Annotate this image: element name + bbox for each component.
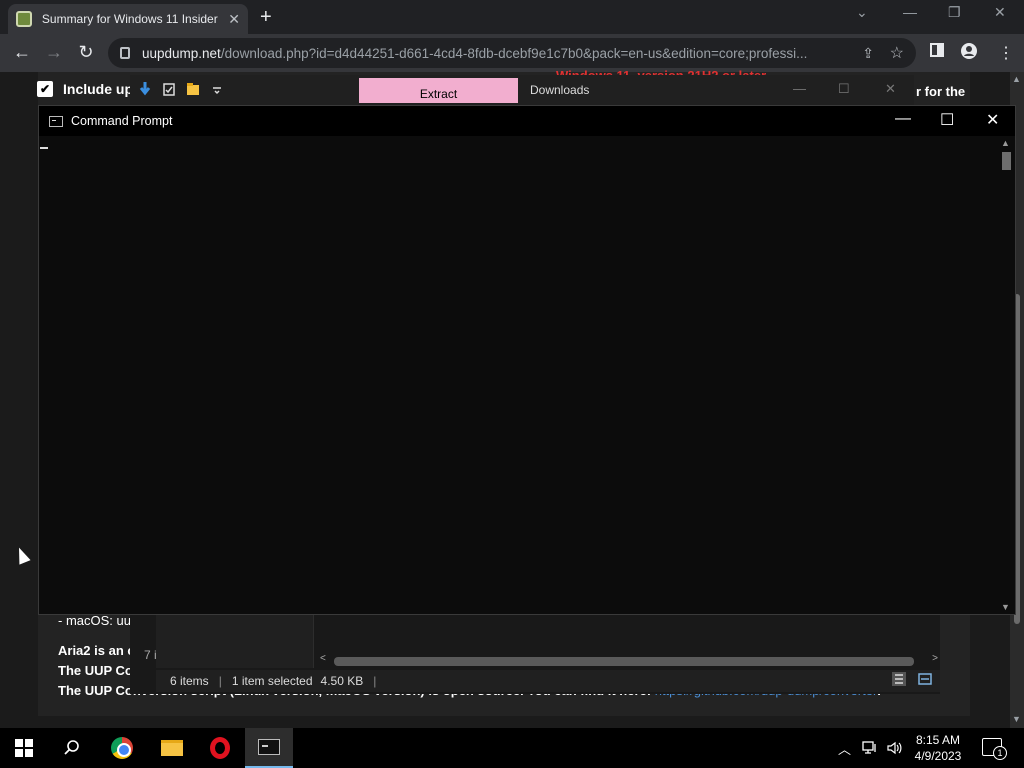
bookmark-star-icon[interactable]: ☆ bbox=[890, 43, 904, 63]
volume-icon[interactable] bbox=[886, 728, 902, 768]
browser-menu-icon[interactable]: ⋮ bbox=[998, 43, 1014, 63]
tab-extract[interactable]: Extract bbox=[359, 78, 518, 103]
explorer-navigation-pane[interactable] bbox=[156, 614, 314, 668]
system-clock[interactable]: 8:15 AM 4/9/2023 bbox=[906, 732, 970, 764]
cmd-title: Command Prompt bbox=[71, 114, 173, 128]
tab-close-icon[interactable]: ✕ bbox=[228, 11, 240, 28]
status-separator-2: | bbox=[373, 674, 377, 688]
cmd-close-button[interactable]: ✕ bbox=[986, 110, 999, 130]
chrome-icon bbox=[111, 737, 133, 759]
address-url[interactable]: uupdump.net/download.php?id=d4d44251-d66… bbox=[142, 46, 842, 61]
customize-toolbar-icon[interactable] bbox=[210, 81, 224, 97]
clock-date: 4/9/2023 bbox=[914, 749, 962, 763]
taskbar-opera[interactable] bbox=[196, 728, 244, 768]
cmd-scrollbar[interactable]: ▲ ▼ bbox=[998, 136, 1015, 614]
include-updates-checkbox[interactable]: ✔ bbox=[37, 81, 53, 97]
cmd-text-cursor bbox=[40, 147, 48, 149]
taskbar: ︿ 8:15 AM 4/9/2023 1 bbox=[0, 728, 1024, 768]
explorer-scroll-thumb[interactable] bbox=[334, 657, 914, 666]
browser-restore-button[interactable]: ❐ bbox=[948, 4, 961, 21]
page-text-fragment: r for the bbox=[916, 84, 966, 99]
explorer-bottom: 7 i < > 6 items | 1 item selected 4.50 K… bbox=[130, 614, 940, 694]
notification-count-badge: 1 bbox=[993, 746, 1007, 760]
windows-logo-icon bbox=[15, 739, 33, 757]
explorer-close-button[interactable]: ✕ bbox=[885, 81, 896, 97]
url-path: /download.php?id=d4d44251-d661-4cd4-8fdb… bbox=[220, 45, 808, 61]
cmd-maximize-button[interactable]: ☐ bbox=[940, 110, 954, 130]
command-prompt-window[interactable]: Command Prompt — ☐ ✕ ▲ ▼ bbox=[38, 105, 1016, 615]
cmd-scroll-down-icon[interactable]: ▼ bbox=[1001, 602, 1010, 612]
profile-icon[interactable] bbox=[961, 43, 977, 64]
clock-time: 8:15 AM bbox=[915, 733, 961, 747]
cmd-scroll-up-icon[interactable]: ▲ bbox=[1001, 138, 1010, 148]
browser-close-button[interactable]: ✕ bbox=[994, 4, 1006, 21]
taskbar-command-prompt[interactable] bbox=[245, 728, 293, 768]
tab-search-icon[interactable]: ⌄ bbox=[856, 4, 868, 21]
status-size: 4.50 KB bbox=[320, 674, 364, 688]
navigation-item-count: 7 i bbox=[144, 648, 157, 662]
status-separator: | bbox=[218, 674, 222, 688]
taskbar-chrome[interactable] bbox=[98, 728, 146, 768]
scroll-right-icon[interactable]: > bbox=[932, 653, 938, 664]
scroll-left-icon[interactable]: < bbox=[320, 653, 326, 664]
explorer-status-bar: 6 items | 1 item selected 4.50 KB | bbox=[156, 670, 940, 692]
details-view-icon[interactable] bbox=[892, 672, 906, 686]
explorer-minimize-button[interactable]: — bbox=[793, 81, 806, 96]
terminal-icon bbox=[258, 739, 280, 755]
search-icon bbox=[64, 740, 79, 755]
large-icons-view-icon[interactable] bbox=[918, 672, 932, 686]
cmd-icon bbox=[49, 115, 63, 127]
lock-icon[interactable] bbox=[120, 47, 130, 59]
url-host: uupdump.net bbox=[142, 45, 221, 61]
browser-tabstrip: Summary for Windows 11 Insider ✕ + ⌄ — ❐… bbox=[0, 0, 1024, 34]
aria-line: Aria2 is an c bbox=[58, 643, 135, 658]
tray-overflow-icon[interactable]: ︿ bbox=[838, 728, 851, 768]
uupdump-favicon-icon bbox=[16, 11, 32, 27]
cmd-titlebar[interactable]: Command Prompt — ☐ ✕ bbox=[39, 106, 1015, 136]
macos-line: - macOS: uu bbox=[58, 613, 131, 628]
page-scroll-down-icon[interactable]: ▼ bbox=[1012, 714, 1021, 724]
explorer-title-downloads: Downloads bbox=[530, 83, 590, 97]
download-arrow-icon[interactable] bbox=[138, 81, 152, 97]
address-bar[interactable]: uupdump.net/download.php?id=d4d44251-d66… bbox=[108, 38, 916, 68]
search-button[interactable] bbox=[48, 728, 96, 768]
network-icon[interactable] bbox=[862, 728, 878, 768]
new-folder-icon[interactable] bbox=[186, 81, 200, 97]
explorer-maximize-button[interactable]: ☐ bbox=[838, 81, 850, 97]
back-button[interactable]: ← bbox=[11, 42, 33, 63]
status-selected: 1 item selected bbox=[231, 674, 313, 688]
explorer-quick-access bbox=[138, 81, 224, 97]
opera-icon bbox=[210, 737, 230, 759]
properties-icon[interactable] bbox=[162, 81, 176, 97]
forward-button[interactable]: → bbox=[43, 42, 65, 63]
side-panel-icon[interactable] bbox=[930, 43, 944, 62]
folder-icon bbox=[161, 740, 183, 756]
page-scroll-up-icon[interactable]: ▲ bbox=[1012, 74, 1021, 84]
browser-tab[interactable]: Summary for Windows 11 Insider ✕ bbox=[8, 4, 248, 34]
browser-toolbar: ← → ↻ uupdump.net/download.php?id=d4d442… bbox=[0, 34, 1024, 72]
browser-minimize-button[interactable]: — bbox=[903, 4, 917, 20]
new-tab-button[interactable]: + bbox=[260, 6, 272, 29]
cmd-minimize-button[interactable]: — bbox=[895, 110, 911, 128]
explorer-horizontal-scrollbar[interactable]: < > bbox=[320, 653, 940, 668]
reload-button[interactable]: ↻ bbox=[75, 42, 97, 63]
share-icon[interactable]: ⇪ bbox=[862, 45, 874, 62]
tab-title: Summary for Windows 11 Insider bbox=[41, 12, 218, 26]
taskbar-file-explorer[interactable] bbox=[148, 728, 196, 768]
status-item-count: 6 items bbox=[170, 674, 209, 688]
explorer-titlebar: Extract Downloads — ☐ ✕ bbox=[130, 75, 914, 106]
start-button[interactable] bbox=[0, 728, 48, 768]
cmd-scroll-thumb[interactable] bbox=[1002, 152, 1011, 170]
